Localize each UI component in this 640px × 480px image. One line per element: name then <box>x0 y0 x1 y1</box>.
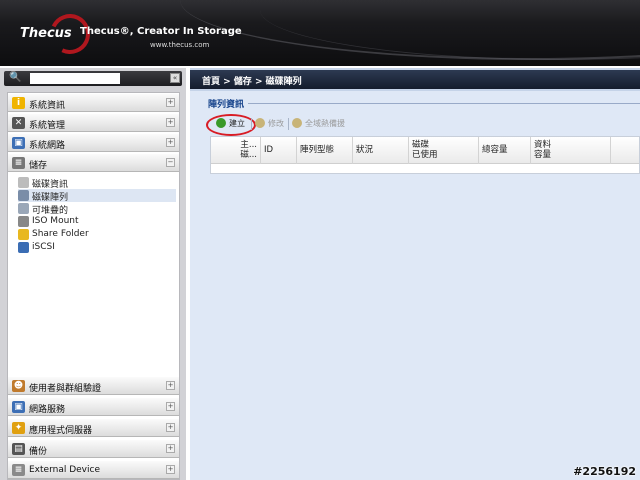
content-area: 陣列資訊 建立 修改 全域熱備援 主... 磁... ID 陣列型態 狀況 磁碟… <box>190 91 640 480</box>
column-header-status[interactable]: 狀況 <box>353 137 409 164</box>
sidebar-subitem-iscsi[interactable]: iSCSI <box>18 241 176 254</box>
sidebar-item-label: 應用程式伺服器 <box>29 426 93 436</box>
sidebar-item-system-management[interactable]: ✕ 系統管理 + <box>8 114 179 132</box>
sidebar-item-app-server[interactable]: ✦ 應用程式伺服器 + <box>8 419 179 437</box>
sidebar-subitem-iso-mount[interactable]: ISO Mount <box>18 215 176 228</box>
table-header: 主... 磁... ID 陣列型態 狀況 磁碟 已使用 總容量 資料 容量 <box>211 137 639 164</box>
global-hot-spare-label: 全域熱備援 <box>305 119 345 128</box>
info-icon: i <box>12 97 25 109</box>
header-tagline: Thecus®, Creator In Storage <box>80 26 242 37</box>
sidebar-subitem-stackable[interactable]: 可堆疊的 <box>18 202 176 216</box>
edit-button[interactable]: 修改 <box>255 116 284 132</box>
stackable-icon <box>18 203 29 214</box>
gear-icon <box>292 118 302 128</box>
expand-icon[interactable]: + <box>166 465 175 474</box>
sidebar-item-users-groups[interactable]: ☻ 使用者與群組驗證 + <box>8 377 179 395</box>
network-service-icon: ▣ <box>12 401 25 413</box>
iso-mount-icon <box>18 216 29 227</box>
raid-info-panel: 陣列資訊 建立 修改 全域熱備援 主... 磁... ID 陣列型態 狀況 磁碟… <box>204 97 640 183</box>
create-button[interactable]: 建立 <box>216 116 245 132</box>
raid-toolbar: 建立 修改 全域熱備援 <box>204 114 640 136</box>
expand-icon[interactable]: + <box>166 98 175 107</box>
sidebar-subitem-share-folder[interactable]: Share Folder <box>18 228 176 241</box>
panel-title: 陣列資訊 <box>204 97 249 110</box>
column-header-master-raid[interactable]: 主... 磁... <box>211 137 261 164</box>
expand-icon[interactable]: + <box>166 118 175 127</box>
sidebar-item-label: 儲存 <box>29 161 48 171</box>
external-device-icon: ≡ <box>12 464 25 476</box>
sidebar-item-label: 系統管理 <box>29 121 66 131</box>
watermark: #2256192 <box>573 465 636 478</box>
edit-label: 修改 <box>268 119 284 128</box>
column-header-data-capacity[interactable]: 資料 容量 <box>531 137 611 164</box>
sidebar-subitem-label: Share Folder <box>32 229 89 239</box>
sidebar-item-storage[interactable]: ≡ 儲存 − <box>8 154 179 172</box>
tools-icon: ✕ <box>12 117 25 129</box>
main-area: 首頁 > 儲存 > 磁碟陣列 陣列資訊 建立 修改 全域熱備援 主... 磁..… <box>190 68 640 480</box>
sidebar-item-label: 系統資訊 <box>29 101 66 111</box>
header-swoosh-2 <box>260 0 640 60</box>
collapse-icon[interactable]: − <box>166 158 175 167</box>
breadcrumb-bar: 首頁 > 儲存 > 磁碟陣列 <box>190 70 640 89</box>
create-label: 建立 <box>229 119 245 128</box>
column-header-raid-type[interactable]: 陣列型態 <box>297 137 353 164</box>
sidebar-item-label: 使用者與群組驗證 <box>29 384 102 394</box>
sidebar-item-label: 網路服務 <box>29 405 66 415</box>
sidebar-item-label: 備份 <box>29 447 48 457</box>
sidebar-item-label: 系統網路 <box>29 141 66 151</box>
sidebar-subitem-label: iSCSI <box>32 242 55 252</box>
breadcrumb: 首頁 > 儲存 > 磁碟陣列 <box>202 77 302 87</box>
app-server-icon: ✦ <box>12 422 25 434</box>
users-icon: ☻ <box>12 380 25 392</box>
global-hot-spare-button[interactable]: 全域熱備援 <box>292 116 345 132</box>
network-icon: ▣ <box>12 137 25 149</box>
disk-info-icon <box>18 177 29 188</box>
sidebar-item-external-device[interactable]: ≡ External Device + <box>8 461 179 479</box>
search-input[interactable] <box>30 73 120 84</box>
share-folder-icon <box>18 229 29 240</box>
sidebar-subitem-label: ISO Mount <box>32 216 79 226</box>
gear-icon <box>255 118 265 128</box>
raid-icon <box>18 190 29 201</box>
expand-icon[interactable]: + <box>166 402 175 411</box>
column-header-disks-used[interactable]: 磁碟 已使用 <box>409 137 479 164</box>
sidebar: 🔍 « i 系統資訊 + ✕ 系統管理 + ▣ 系統網路 + ≡ 儲存 − 磁碟… <box>0 68 186 480</box>
expand-icon[interactable]: + <box>166 423 175 432</box>
sidebar-item-label: External Device <box>29 465 100 475</box>
logo-word: Thecus <box>20 26 72 41</box>
toolbar-separator <box>288 118 289 130</box>
storage-icon: ≡ <box>12 157 25 169</box>
collapse-sidebar-button[interactable]: « <box>170 73 180 83</box>
sidebar-item-backup[interactable]: ▤ 備份 + <box>8 440 179 458</box>
sidebar-item-network-service[interactable]: ▣ 網路服務 + <box>8 398 179 416</box>
sidebar-item-system-info[interactable]: i 系統資訊 + <box>8 94 179 112</box>
column-header-total-capacity[interactable]: 總容量 <box>479 137 531 164</box>
sidebar-subitem-raid[interactable]: 磁碟陣列 <box>18 189 176 203</box>
app-header: Thecus Thecus®, Creator In Storage www.t… <box>0 0 640 66</box>
header-url: www.thecus.com <box>150 41 210 49</box>
add-icon <box>216 118 226 128</box>
expand-icon[interactable]: + <box>166 444 175 453</box>
sidebar-nav: i 系統資訊 + ✕ 系統管理 + ▣ 系統網路 + ≡ 儲存 − 磁碟資訊 磁… <box>7 92 180 480</box>
backup-icon: ▤ <box>12 443 25 455</box>
iscsi-icon <box>18 242 29 253</box>
sidebar-subitem-disk-info[interactable]: 磁碟資訊 <box>18 176 176 190</box>
raid-table: 主... 磁... ID 陣列型態 狀況 磁碟 已使用 總容量 資料 容量 <box>210 136 640 174</box>
sidebar-search-bar: 🔍 « <box>4 71 182 86</box>
expand-icon[interactable]: + <box>166 381 175 390</box>
expand-icon[interactable]: + <box>166 138 175 147</box>
column-header-id[interactable]: ID <box>261 137 297 164</box>
search-icon: 🔍 <box>9 72 22 83</box>
sidebar-item-system-network[interactable]: ▣ 系統網路 + <box>8 134 179 152</box>
toolbar-separator <box>251 118 252 130</box>
